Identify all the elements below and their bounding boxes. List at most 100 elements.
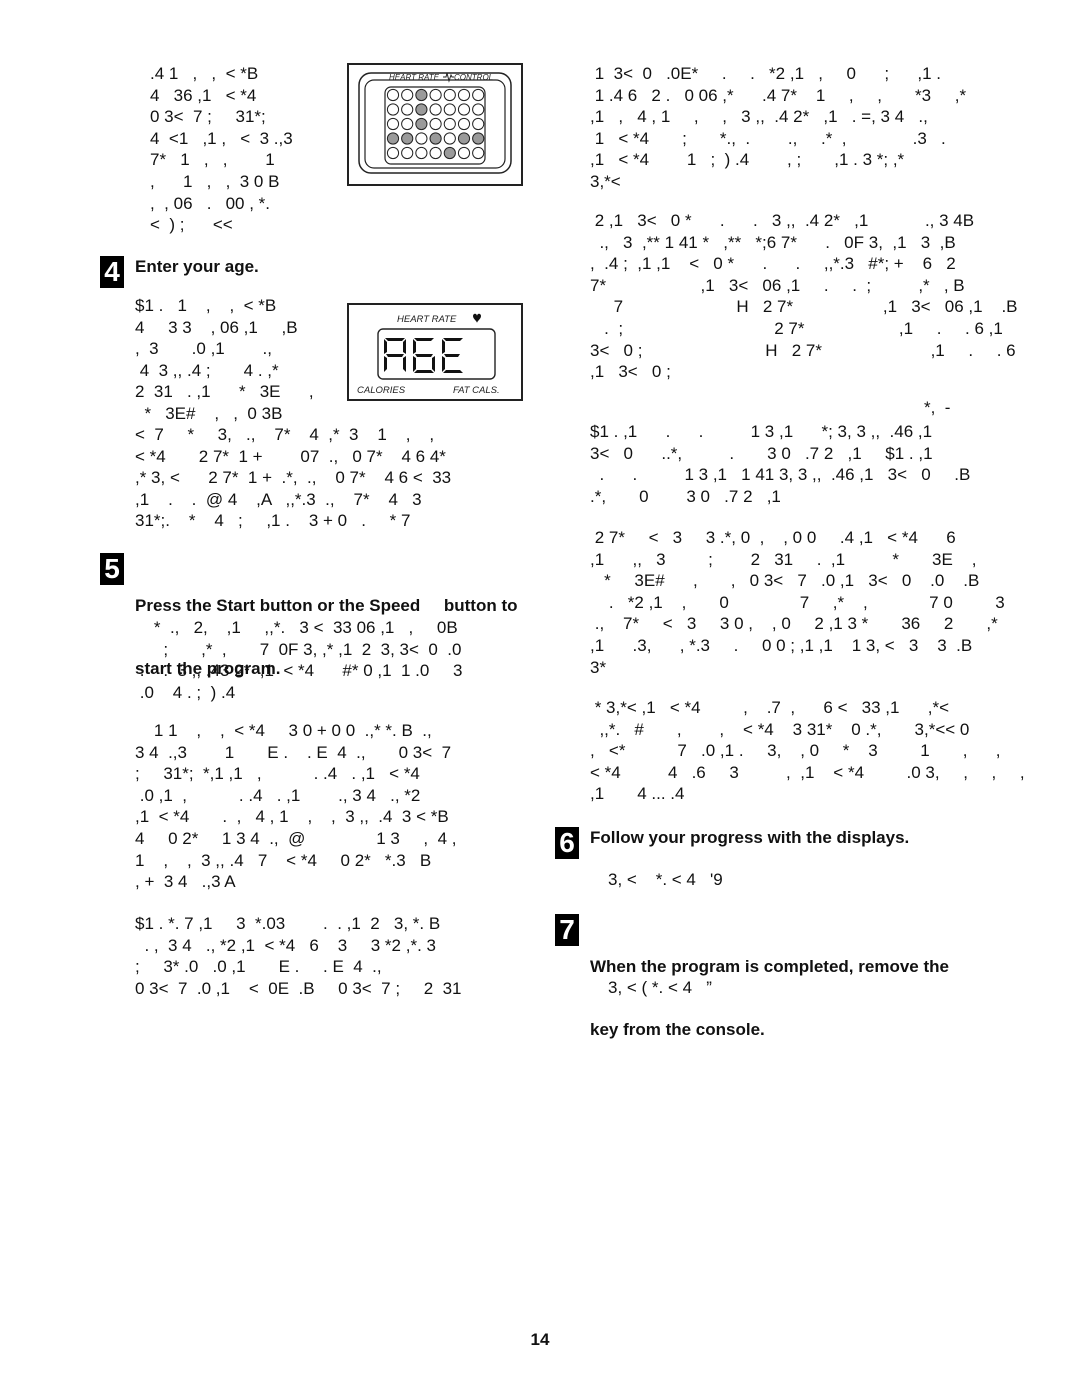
text-line: * 3E# , , 0 3< 7 .0 ,1 3< 0 .0 .B bbox=[590, 571, 980, 591]
step-number-badge: 7 bbox=[555, 914, 579, 946]
text-line: 3,*< bbox=[590, 171, 621, 191]
text-line: .*, 0 3 0 .7 2 ,1 bbox=[590, 486, 781, 506]
left-intro-paragraph: .4 1 , , < *B 4 36 ,1 < *4 0 3< 7 ; 31*; 4 … bbox=[150, 63, 293, 236]
led-unlit bbox=[472, 88, 485, 102]
led-unlit bbox=[472, 117, 485, 131]
led-unlit bbox=[401, 117, 414, 131]
led-unlit bbox=[386, 103, 400, 116]
led-lit bbox=[472, 132, 485, 145]
text-line: . . 3 ,, .43 2* ,1 < *4 #* 0 ,1 1 .0 3 bbox=[135, 661, 463, 681]
led-lit bbox=[386, 132, 400, 145]
step-7: 7 When the program is completed, remove … bbox=[555, 914, 995, 1039]
step-title-line: Press the Start button or the Speed butt… bbox=[135, 596, 518, 615]
text-line: ,1 . . @ 4 ,A ,,*.3 ., 7* 4 3 bbox=[135, 489, 422, 509]
heart-rate-label: HEART RATE bbox=[397, 314, 457, 325]
text-line: 4 <1 ,1 , < 3 .,3 bbox=[150, 128, 293, 148]
text-line: ,1 4 ... .4 bbox=[590, 784, 685, 804]
text-line: ,1 3< 0 ; bbox=[590, 362, 671, 382]
led-unlit bbox=[429, 146, 442, 160]
text-line: 1 3< 0 .0E* . . *2 ,1 , 0 ; ,1 . bbox=[590, 64, 942, 83]
led-unlit bbox=[415, 146, 428, 160]
led-unlit bbox=[429, 88, 442, 102]
text-line: 7* 1 , , 1 bbox=[150, 150, 275, 170]
text-line: 7 H 2 7* ,1 3< 06 ,1 .B bbox=[590, 297, 1018, 317]
age-display-figure: HEART RATE CALORIES FAT CALS. bbox=[347, 303, 523, 401]
led-unlit bbox=[457, 103, 471, 116]
text-line: ,1 .3, , *.3 . 0 0 ; ,1 ,1 1 3, < 3 3 .B bbox=[590, 635, 973, 655]
led-unlit bbox=[401, 146, 414, 160]
led-grid bbox=[386, 88, 485, 160]
section-marker: *, - bbox=[924, 398, 951, 417]
text-line: ,1 < *4 1 ; ) .4 , ; ,1 . 3 *; ,* bbox=[590, 150, 905, 170]
text-line: , .4 ; ,1 ,1 < 0 * . . ,,*.3 #*; + 6 2 bbox=[590, 254, 956, 274]
text-line: $1 . ,1 . . 1 3 ,1 *; 3, 3 ,, .46 ,1 bbox=[590, 422, 933, 441]
fat-calories-label: FAT CALS. bbox=[453, 385, 500, 396]
text-line: 3* bbox=[590, 657, 607, 677]
text-line: 0 3< 7 ; 31*; bbox=[150, 107, 266, 127]
text-line: , 3 .0 ,1 ., bbox=[135, 339, 272, 359]
heart-rate-control-figure: HEART RATE CONTROL bbox=[347, 63, 523, 186]
led-unlit bbox=[415, 132, 428, 145]
led-unlit bbox=[457, 117, 471, 131]
led-unlit bbox=[443, 103, 456, 116]
text-line: , 1 , , 3 0 B bbox=[150, 171, 280, 191]
step-5-paragraph-2: 1 1 , , < *4 3 0 + 0 0 .,* *. B ., 3 4 .,… bbox=[135, 720, 457, 893]
text-line: 1 , , 3 ,, .4 7 < *4 0 2* *.3 B bbox=[135, 850, 432, 870]
text-line: * 3,*< ,1 < *4 , .7 , 6 < 33 ,1 ,*< bbox=[590, 698, 950, 717]
text-line: ; ,* , 7 0F 3, ,* ,1 2 3, 3< 0 .0 bbox=[135, 639, 462, 659]
right-paragraph-5: * 3,*< ,1 < *4 , .7 , 6 < 33 ,1 ,*< ,,*.… bbox=[590, 697, 1025, 805]
control-label: CONTROL bbox=[454, 73, 493, 82]
text-line: ,,*. # , , < *4 3 31* 0 .*, 3,*<< 0 bbox=[590, 719, 970, 739]
led-lit bbox=[415, 103, 428, 116]
text-line: ; 3* .0 .0 ,1 E . . E 4 ., bbox=[135, 957, 382, 977]
text-line: . *2 ,1 , 0 7 ,* , 7 0 3 bbox=[590, 592, 1005, 612]
text-line: ; 31*; *,1 ,1 , . .4 . ,1 < *4 bbox=[135, 764, 420, 784]
led-unlit bbox=[457, 88, 471, 102]
step-number-badge: 5 bbox=[100, 553, 124, 585]
calories-label: CALORIES bbox=[357, 385, 406, 396]
text-line: ., 3 ,** 1 41 * ,** *;6 7* . 0F 3, ,1 3 … bbox=[590, 232, 956, 252]
text-line: < 7 * 3, ., 7* 4 ,* 3 1 , , bbox=[135, 425, 435, 444]
text-line: 3 4 .,3 1 E . . E 4 ., 0 3< 7 bbox=[135, 742, 452, 762]
page-number: 14 bbox=[530, 1330, 550, 1349]
text-line: $1 . 1 , , < *B bbox=[135, 296, 277, 315]
text-line: 4 36 ,1 < *4 bbox=[150, 85, 257, 105]
console-display: HEART RATE CALORIES FAT CALS. bbox=[357, 313, 500, 396]
step-4-text: < 7 * 3, ., 7* 4 ,* 3 1 , , < *4 2 7* 1 +… bbox=[135, 424, 451, 532]
led-lit bbox=[415, 88, 428, 102]
led-unlit bbox=[386, 146, 400, 160]
text-line: ,1 ,, 3 ; 2 31 . ,1 * 3E , bbox=[590, 549, 977, 569]
led-unlit bbox=[401, 88, 414, 102]
step-title-line: key from the console. bbox=[590, 1020, 765, 1039]
heart-icon bbox=[473, 313, 481, 323]
step-5: 5 Press the Start button or the Speed bu… bbox=[100, 553, 540, 678]
text-line: ,1 < *4 . , 4 , 1 , , 3 ,, .4 3 < *B bbox=[135, 807, 449, 827]
text-line: < ) ; << bbox=[150, 215, 233, 235]
led-unlit bbox=[386, 88, 400, 102]
led-unlit bbox=[472, 146, 485, 160]
led-unlit bbox=[429, 117, 442, 131]
text-line: 31*;. * 4 ; ,1 . 3 + 0 . * 7 bbox=[135, 511, 411, 531]
step-number-badge: 6 bbox=[555, 827, 579, 859]
text-line: , , 06 . 00 , *. bbox=[150, 193, 271, 213]
step-number-badge: 4 bbox=[100, 256, 124, 288]
step-title: Enter your age. bbox=[135, 257, 259, 276]
text-line: ., 7* < 3 3 0 , , 0 2 ,1 3 * 36 2 ,* bbox=[590, 614, 998, 634]
text-line: , + 3 4 .,3 A bbox=[135, 872, 236, 892]
step-4-text-beside-figure: $1 . 1 , , < *B 4 3 3 , 06 ,1 ,B, 3 .0 ,1… bbox=[135, 295, 314, 425]
text-line: 3< 0 ; H 2 7* ,1 . . 6 bbox=[590, 340, 1016, 360]
text-line: , <* 7 .0 ,1 . 3, , 0 * 3 1 , , bbox=[590, 741, 1001, 761]
led-unlit bbox=[443, 132, 456, 145]
led-lit bbox=[429, 132, 442, 145]
lcd-text-age bbox=[384, 338, 463, 373]
led-lit bbox=[401, 132, 414, 145]
led-unlit bbox=[443, 117, 456, 131]
step-title: Follow your progress with the displays. bbox=[590, 828, 910, 847]
led-unlit bbox=[401, 103, 414, 116]
text-line: .0 4 . ; ) .4 bbox=[135, 682, 236, 702]
step-4: 4 Enter your age. bbox=[100, 256, 540, 296]
right-paragraph-4: 2 7* < 3 3 .*, 0 , , 0 0 .4 ,1 < *4 6 ,1 … bbox=[590, 527, 1005, 678]
text-line: 4 3 3 , 06 ,1 ,B bbox=[135, 317, 298, 337]
text-line: 1 .4 6 2 . 0 06 ,* .4 7* 1 , , *3 ,* bbox=[590, 85, 967, 105]
led-unlit bbox=[386, 117, 400, 131]
